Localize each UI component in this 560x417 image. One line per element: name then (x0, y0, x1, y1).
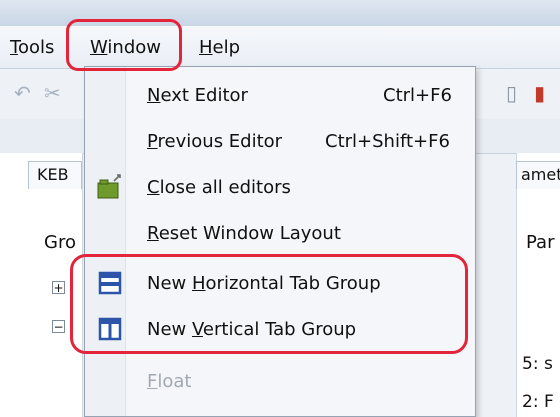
toolbar-action-icon: ▮ (534, 81, 546, 105)
right-panel (516, 153, 560, 417)
list-item: 2: F (522, 392, 554, 412)
tab-keb[interactable]: KEB (28, 161, 82, 189)
close-all-editors-icon (97, 174, 121, 199)
tab-group-items-highlight (70, 254, 468, 354)
undo-icon: ↶ (14, 81, 31, 105)
window-menu-highlight (66, 19, 182, 71)
menu-help[interactable]: Help (199, 37, 240, 58)
window-menu-dropdown: Next Editor Ctrl+F6 Previous Editor Ctrl… (84, 66, 476, 417)
list-item: 5: s (522, 354, 553, 374)
menu-item-previous-editor[interactable]: Previous Editor Ctrl+Shift+F6 (85, 119, 475, 165)
shortcut-previous-editor: Ctrl+Shift+F6 (325, 131, 450, 152)
menu-item-reset-window-layout[interactable]: Reset Window Layout (85, 211, 475, 257)
cut-icon: ✂ (44, 81, 61, 105)
document-icon: ▯ (506, 81, 518, 105)
tree-collapse-icon[interactable]: − (52, 320, 65, 333)
menu-item-float: Float (147, 371, 192, 392)
menu-item-next-editor[interactable]: Next Editor Ctrl+F6 (85, 73, 475, 119)
menu-item-close-all-editors[interactable]: Close all editors (85, 165, 475, 211)
shortcut-next-editor: Ctrl+F6 (383, 85, 452, 106)
tab-parameters[interactable]: amete (516, 161, 560, 189)
tree-expand-icon[interactable]: + (52, 281, 65, 294)
menu-tools[interactable]: Tools (10, 37, 54, 58)
column-header-group: Gro (44, 232, 76, 253)
column-header-parameter: Par (526, 232, 555, 253)
